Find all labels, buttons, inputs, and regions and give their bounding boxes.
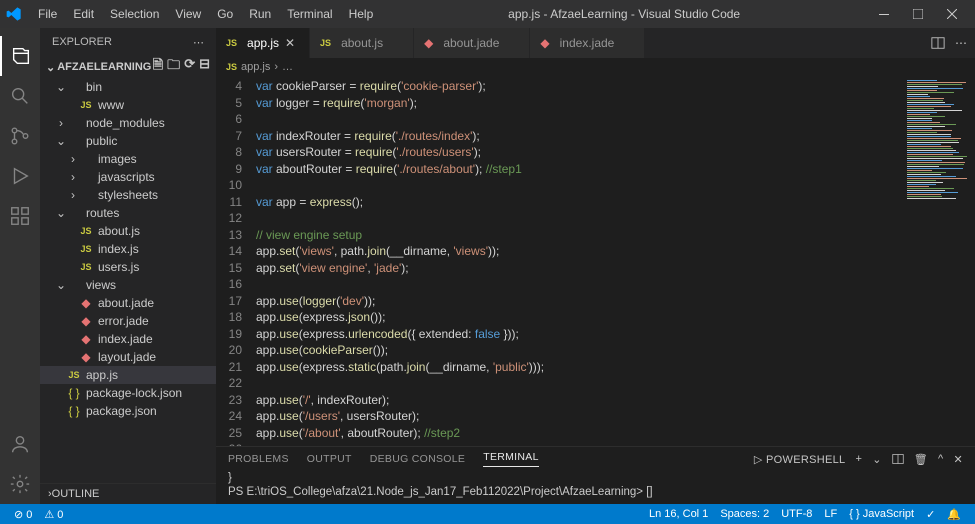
status-item[interactable]: LF xyxy=(818,508,843,521)
sidebar-more-icon[interactable]: ⋯ xyxy=(193,36,204,49)
tab-about-js[interactable]: JSabout.js✕ xyxy=(310,28,414,58)
statusbar: ⊘ 0⚠ 0 Ln 16, Col 1Spaces: 2UTF-8LF{ } J… xyxy=(0,504,975,524)
more-actions-icon[interactable]: ⋯ xyxy=(955,36,967,50)
status-item[interactable]: ⊘ 0 xyxy=(8,508,38,521)
tree-item-public[interactable]: ⌄public xyxy=(40,132,216,150)
close-button[interactable] xyxy=(935,0,969,28)
tree-item-views[interactable]: ⌄views xyxy=(40,276,216,294)
accounts-activity-icon[interactable] xyxy=(0,424,40,464)
editor-area: JSapp.js✕JSabout.js✕◆about.jade✕◆index.j… xyxy=(216,28,975,504)
menu-go[interactable]: Go xyxy=(209,3,241,25)
menu-help[interactable]: Help xyxy=(341,3,382,25)
breadcrumb[interactable]: JS app.js › … xyxy=(216,58,975,76)
collapse-icon[interactable]: ⊟ xyxy=(199,56,210,78)
search-activity-icon[interactable] xyxy=(0,76,40,116)
terminal-shell-label[interactable]: ▷ powershell xyxy=(754,453,846,466)
maximize-button[interactable] xyxy=(901,0,935,28)
refresh-icon[interactable]: ⟳ xyxy=(184,56,195,78)
tree-item-app-js[interactable]: JSapp.js xyxy=(40,366,216,384)
kill-terminal-icon[interactable]: 🗑 xyxy=(914,453,928,466)
status-item[interactable]: ✓ xyxy=(920,508,941,521)
status-item[interactable]: 🔔 xyxy=(941,508,967,521)
tree-item-images[interactable]: ›images xyxy=(40,150,216,168)
run-debug-activity-icon[interactable] xyxy=(0,156,40,196)
panel-maximize-icon[interactable]: ^ xyxy=(938,453,943,465)
chevron-right-icon: › xyxy=(274,61,278,73)
outline-header[interactable]: › OUTLINE xyxy=(40,483,216,504)
menu-selection[interactable]: Selection xyxy=(102,3,167,25)
tree-item-about-js[interactable]: JSabout.js xyxy=(40,222,216,240)
tree-item-bin[interactable]: ⌄bin xyxy=(40,78,216,96)
tree-item-layout-jade[interactable]: ◆layout.jade xyxy=(40,348,216,366)
menu-run[interactable]: Run xyxy=(241,3,279,25)
tree-item-index-jade[interactable]: ◆index.jade xyxy=(40,330,216,348)
menu-edit[interactable]: Edit xyxy=(65,3,102,25)
tree-item-error-jade[interactable]: ◆error.jade xyxy=(40,312,216,330)
panel-tab-output[interactable]: OUTPUT xyxy=(307,453,352,465)
menu-terminal[interactable]: Terminal xyxy=(279,3,340,25)
extensions-activity-icon[interactable] xyxy=(0,196,40,236)
tab-close-icon[interactable]: ✕ xyxy=(285,36,299,50)
panel-close-icon[interactable]: ✕ xyxy=(953,453,963,466)
sidebar: Explorer ⋯ ⌄ AFZAELEARNING 🗎 🗀 ⟳ ⊟ ⌄binJ… xyxy=(40,28,216,504)
terminal-dropdown-icon[interactable]: ⌄ xyxy=(872,453,882,466)
tree-item-package-lock-json[interactable]: { }package-lock.json xyxy=(40,384,216,402)
tab-about-jade[interactable]: ◆about.jade✕ xyxy=(414,28,530,58)
chevron-down-icon: ⌄ xyxy=(46,61,55,74)
sidebar-title: Explorer xyxy=(52,36,112,48)
split-terminal-icon[interactable] xyxy=(892,453,904,465)
menubar: FileEditSelectionViewGoRunTerminalHelp xyxy=(30,3,381,25)
window-title: app.js - AfzaeLearning - Visual Studio C… xyxy=(381,7,867,21)
panel-tab-terminal[interactable]: TERMINAL xyxy=(483,451,539,467)
vscode-logo-icon xyxy=(6,6,22,22)
minimap[interactable] xyxy=(905,76,975,446)
terminal-content[interactable]: }PS E:\triOS_College\afza\21.Node_js_Jan… xyxy=(216,471,975,504)
project-header[interactable]: ⌄ AFZAELEARNING 🗎 🗀 ⟳ ⊟ xyxy=(40,56,216,78)
status-item[interactable]: { } JavaScript xyxy=(843,508,920,521)
menu-view[interactable]: View xyxy=(167,3,209,25)
js-icon: JS xyxy=(226,62,237,72)
editor[interactable]: 4567891011121314151617181920212223242526… xyxy=(216,76,975,446)
tree-item-index-js[interactable]: JSindex.js xyxy=(40,240,216,258)
panel-tab-debug-console[interactable]: DEBUG CONSOLE xyxy=(370,453,466,465)
editor-tabs: JSapp.js✕JSabout.js✕◆about.jade✕◆index.j… xyxy=(216,28,975,58)
tree-item-package-json[interactable]: { }package.json xyxy=(40,402,216,420)
outline-label: OUTLINE xyxy=(52,488,100,500)
code-content[interactable]: var cookieParser = require('cookie-parse… xyxy=(256,76,905,446)
panel-tabs: PROBLEMS OUTPUT DEBUG CONSOLE TERMINAL ▷ po… xyxy=(216,447,975,471)
source-control-activity-icon[interactable] xyxy=(0,116,40,156)
tab-app-js[interactable]: JSapp.js✕ xyxy=(216,28,310,58)
new-terminal-icon[interactable]: + xyxy=(855,453,862,465)
titlebar: FileEditSelectionViewGoRunTerminalHelp a… xyxy=(0,0,975,28)
breadcrumb-item: … xyxy=(282,61,293,73)
tab-index-jade[interactable]: ◆index.jade✕ xyxy=(530,28,645,58)
project-name: AFZAELEARNING xyxy=(57,61,151,73)
explorer-activity-icon[interactable] xyxy=(0,36,40,76)
settings-activity-icon[interactable] xyxy=(0,464,40,504)
tree-item-stylesheets[interactable]: ›stylesheets xyxy=(40,186,216,204)
status-item[interactable]: Spaces: 2 xyxy=(714,508,775,521)
panel: PROBLEMS OUTPUT DEBUG CONSOLE TERMINAL ▷ po… xyxy=(216,446,975,504)
tree-item-about-jade[interactable]: ◆about.jade xyxy=(40,294,216,312)
breadcrumb-item: app.js xyxy=(241,61,270,73)
window-controls xyxy=(867,0,969,28)
panel-tab-problems[interactable]: PROBLEMS xyxy=(228,453,289,465)
tree-item-node_modules[interactable]: ›node_modules xyxy=(40,114,216,132)
minimize-button[interactable] xyxy=(867,0,901,28)
new-folder-icon[interactable]: 🗀 xyxy=(167,56,180,78)
status-item[interactable]: UTF-8 xyxy=(775,508,818,521)
tree-item-routes[interactable]: ⌄routes xyxy=(40,204,216,222)
tree-item-www[interactable]: JSwww xyxy=(40,96,216,114)
tree-item-javascripts[interactable]: ›javascripts xyxy=(40,168,216,186)
activity-bar xyxy=(0,28,40,504)
menu-file[interactable]: File xyxy=(30,3,65,25)
line-numbers: 4567891011121314151617181920212223242526… xyxy=(216,76,256,446)
new-file-icon[interactable]: 🗎 xyxy=(153,56,163,78)
status-item[interactable]: ⚠ 0 xyxy=(38,508,69,521)
file-tree: ⌄binJSwww›node_modules⌄public›images›jav… xyxy=(40,78,216,483)
status-item[interactable]: Ln 16, Col 1 xyxy=(643,508,714,521)
tree-item-users-js[interactable]: JSusers.js xyxy=(40,258,216,276)
split-editor-icon[interactable] xyxy=(931,36,945,50)
